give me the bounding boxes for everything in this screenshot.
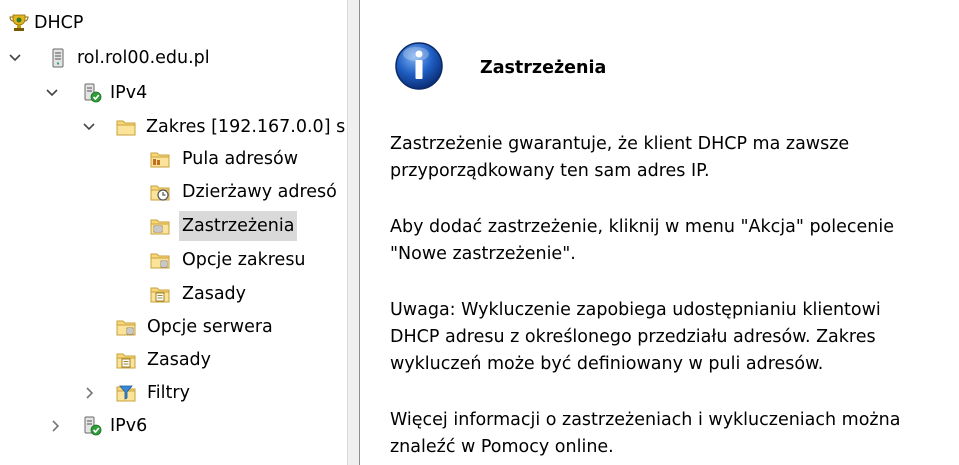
chevron-right-icon[interactable]: [48, 419, 62, 433]
tree-label: IPv4: [110, 83, 148, 103]
console-tree[interactable]: DHCP rol.rol00.edu.pl IPv4 Zakres [192.1…: [0, 0, 347, 465]
paragraph-line: wykluczeń może być definiowany w puli ad…: [390, 354, 824, 374]
info-paragraph-1: Zastrzeżenie gwarantuje, że klient DHCP …: [390, 131, 959, 185]
tree-label: DHCP: [34, 13, 84, 33]
server-options-icon: [116, 320, 136, 336]
paragraph-line: znaleźć w Pomocy online.: [390, 437, 614, 457]
paragraph-line: Więcej informacji o zastrzeżeniach i wyk…: [390, 410, 901, 430]
paragraph-line: Aby dodać zastrzeżenie, kliknij w menu "…: [390, 217, 894, 237]
scope-options-icon: [150, 253, 170, 269]
reservations-icon: [150, 219, 170, 235]
address-leases-icon: [150, 185, 170, 201]
server-icon: [52, 48, 64, 68]
dhcp-icon: [9, 14, 29, 31]
chevron-down-icon[interactable]: [82, 120, 96, 134]
tree-label: Zastrzeżenia: [179, 211, 298, 241]
ipv4-server-icon: [84, 83, 102, 103]
tree-label: Opcje zakresu: [182, 250, 306, 270]
paragraph-line: DHCP adresu z określonego przedziału adr…: [390, 327, 876, 347]
tree-label: rol.rol00.edu.pl: [77, 48, 210, 68]
tree-label: Opcje serwera: [147, 317, 273, 337]
paragraph-line: Uwaga: Wykluczenie zapobiega udostępnian…: [390, 300, 881, 320]
tree-label: Filtry: [147, 383, 190, 403]
tree-label: Pula adresów: [182, 149, 299, 169]
pane-splitter[interactable]: [347, 0, 360, 465]
ipv6-server-icon: [84, 416, 102, 436]
tree-label: IPv6: [110, 416, 148, 436]
info-icon: [395, 42, 443, 90]
address-pool-icon: [150, 152, 170, 168]
info-paragraph-3: Uwaga: Wykluczenie zapobiega udostępnian…: [390, 297, 959, 378]
tree-label: Zasady: [147, 350, 212, 370]
filter-icon: [116, 385, 136, 402]
policies-icon: [150, 287, 170, 303]
tree-label: Dzierżawy adresó: [182, 182, 337, 202]
result-pane: Zastrzeżenia Zastrzeżenie gwarantuje, że…: [360, 0, 959, 465]
tree-label: Zakres [192.167.0.0] s: [146, 117, 346, 137]
tree-label: Zasady: [182, 284, 247, 304]
info-paragraph-4: Więcej informacji o zastrzeżeniach i wyk…: [390, 407, 959, 461]
info-title: Zastrzeżenia: [480, 58, 607, 78]
info-paragraph-2: Aby dodać zastrzeżenie, kliknij w menu "…: [390, 214, 959, 268]
chevron-right-icon[interactable]: [82, 386, 96, 400]
policies-icon: [116, 353, 136, 369]
chevron-down-icon[interactable]: [8, 51, 22, 65]
folder-icon: [116, 120, 136, 136]
paragraph-line: "Nowe zastrzeżenie".: [390, 244, 576, 264]
chevron-down-icon[interactable]: [45, 86, 59, 100]
paragraph-line: przyporządkowany ten sam adres IP.: [390, 161, 710, 181]
paragraph-line: Zastrzeżenie gwarantuje, że klient DHCP …: [390, 134, 850, 154]
